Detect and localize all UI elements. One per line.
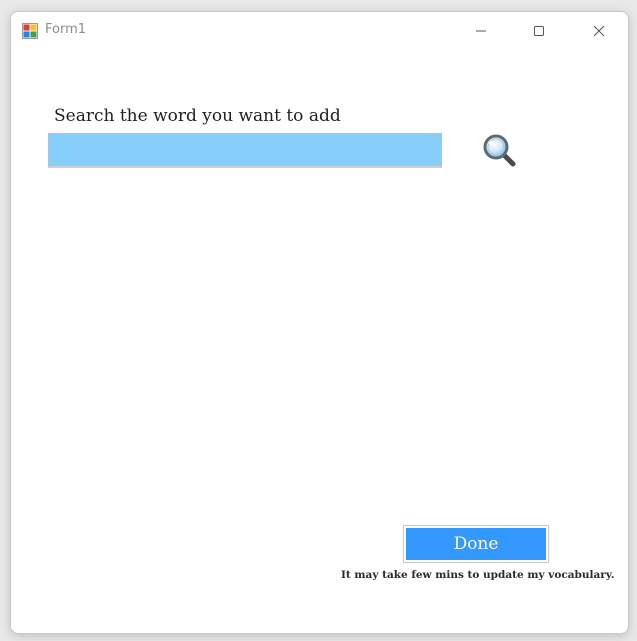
app-window: Form1 Search the word you want to add Do…	[10, 11, 629, 634]
window-title: Form1	[45, 22, 87, 37]
done-button[interactable]: Done	[403, 525, 549, 563]
update-note: It may take few mins to update my vocabu…	[341, 569, 615, 581]
done-button-label: Done	[406, 528, 546, 560]
minimize-icon	[475, 25, 487, 37]
magnifier-icon	[481, 134, 521, 175]
minimize-button[interactable]	[452, 12, 510, 50]
search-input[interactable]	[48, 133, 442, 168]
title-bar[interactable]: Form1	[11, 12, 628, 50]
winforms-app-icon	[22, 23, 38, 39]
maximize-button[interactable]	[510, 12, 568, 50]
search-button[interactable]	[481, 133, 521, 171]
close-button[interactable]	[570, 12, 628, 50]
search-prompt-label: Search the word you want to add	[54, 106, 341, 126]
maximize-icon	[533, 25, 545, 37]
close-icon	[593, 25, 605, 37]
